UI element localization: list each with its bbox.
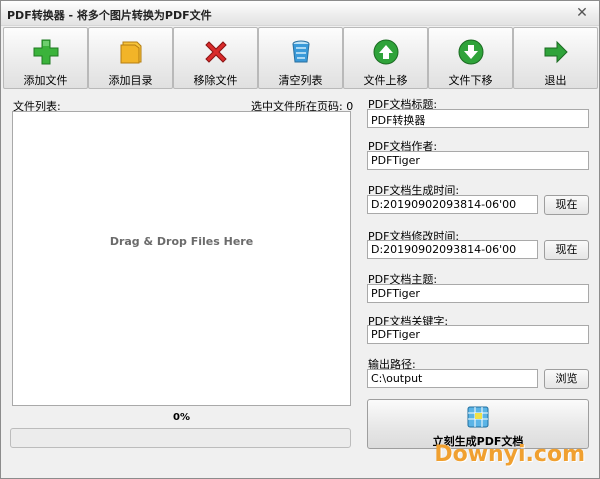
arrow-right-icon bbox=[544, 40, 568, 64]
app-window: PDF转换器 - 将多个图片转换为PDF文件 ✕ 添加文件 添加目录 移除文件 bbox=[0, 0, 600, 479]
trash-bin-icon bbox=[292, 40, 309, 63]
browse-button[interactable]: 浏览 bbox=[544, 369, 589, 389]
remove-file-button[interactable]: 移除文件 bbox=[173, 27, 258, 89]
window-title: PDF转换器 - 将多个图片转换为PDF文件 bbox=[7, 9, 212, 22]
plus-icon bbox=[33, 39, 58, 65]
subject-field[interactable]: PDFTiger bbox=[367, 284, 589, 303]
exit-label: 退出 bbox=[544, 74, 567, 87]
clear-list-button[interactable]: 清空列表 bbox=[258, 27, 343, 89]
exit-button[interactable]: 退出 bbox=[513, 27, 598, 89]
add-folder-label: 添加目录 bbox=[108, 74, 153, 87]
add-file-button[interactable]: 添加文件 bbox=[3, 27, 88, 89]
drop-zone-message: Drag & Drop Files Here bbox=[109, 235, 254, 248]
x-icon bbox=[204, 41, 227, 63]
progress-bar bbox=[10, 428, 351, 448]
output-path-field[interactable]: C:\output bbox=[367, 369, 538, 388]
watermark-text: Downyi.com bbox=[434, 442, 585, 467]
created-now-button[interactable]: 现在 bbox=[544, 195, 589, 215]
document-grid-icon bbox=[467, 406, 489, 428]
move-down-button[interactable]: 文件下移 bbox=[428, 27, 513, 89]
arrow-down-icon bbox=[458, 39, 483, 65]
remove-file-label: 移除文件 bbox=[193, 74, 238, 87]
move-up-button[interactable]: 文件上移 bbox=[343, 27, 428, 89]
progress-percent: 0% bbox=[173, 412, 190, 423]
keywords-field[interactable]: PDFTiger bbox=[367, 325, 589, 344]
created-field[interactable]: D:20190902093814-06'00 bbox=[367, 195, 538, 214]
toolbar: 添加文件 添加目录 移除文件 清空列表 文件上移 文件下移 退出 bbox=[3, 27, 599, 89]
file-list[interactable]: Drag & Drop Files Here bbox=[12, 111, 351, 406]
move-down-label: 文件下移 bbox=[448, 74, 493, 87]
title-field[interactable]: PDF转换器 bbox=[367, 109, 589, 128]
modified-field[interactable]: D:20190902093814-06'00 bbox=[367, 240, 538, 259]
modified-now-button[interactable]: 现在 bbox=[544, 240, 589, 260]
arrow-up-icon bbox=[373, 39, 398, 65]
close-button[interactable]: ✕ bbox=[571, 5, 593, 22]
add-file-label: 添加文件 bbox=[23, 74, 68, 87]
move-up-label: 文件上移 bbox=[363, 74, 408, 87]
title-bar: PDF转换器 - 将多个图片转换为PDF文件 ✕ bbox=[1, 1, 599, 26]
clear-list-label: 清空列表 bbox=[278, 74, 323, 87]
add-folder-button[interactable]: 添加目录 bbox=[88, 27, 173, 89]
folder-icon bbox=[120, 41, 141, 64]
author-field[interactable]: PDFTiger bbox=[367, 151, 589, 170]
